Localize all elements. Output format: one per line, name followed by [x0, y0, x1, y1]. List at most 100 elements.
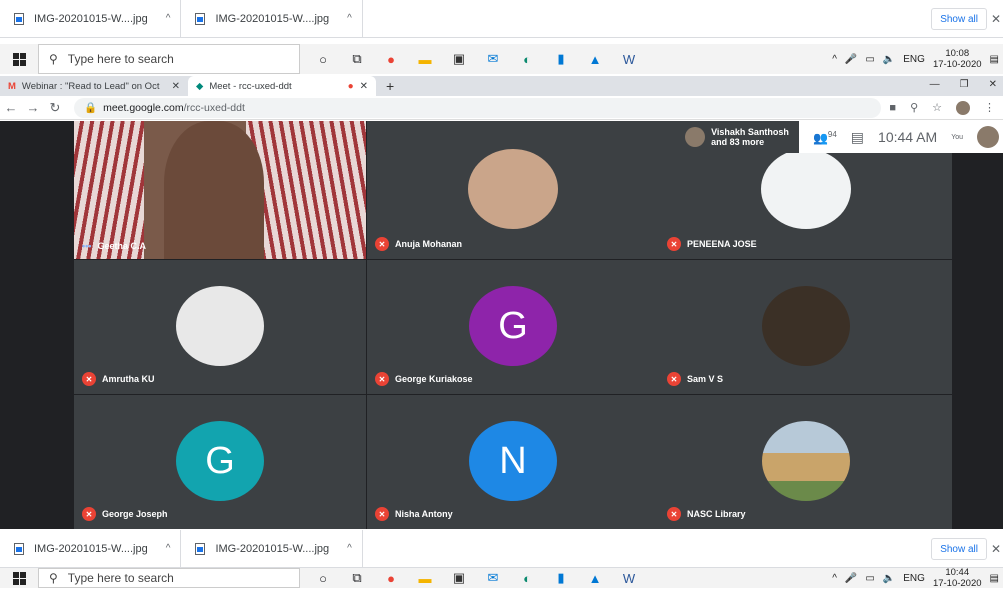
taskbar-search[interactable]: ⚲ Type here to search: [38, 568, 300, 588]
lens-icon[interactable]: ▮: [544, 44, 578, 74]
file-explorer-icon[interactable]: ▬: [408, 44, 442, 74]
word-icon[interactable]: W: [612, 44, 646, 74]
back-icon[interactable]: ←: [0, 100, 22, 115]
participant-tile[interactable]: ••• Geetha C.A: [74, 121, 366, 259]
task-view-icon[interactable]: ⧉: [340, 44, 374, 74]
store-icon[interactable]: ▣: [442, 44, 476, 74]
participant-tile[interactable]: N ✕ Nisha Antony: [367, 395, 659, 529]
forward-icon[interactable]: →: [22, 100, 44, 115]
photos-icon[interactable]: ▲: [578, 568, 612, 588]
participants-button[interactable]: 👥94: [813, 130, 837, 145]
participant-tile[interactable]: ✕ Sam V S: [659, 260, 952, 394]
chevron-up-icon[interactable]: ^: [166, 13, 171, 24]
chat-icon[interactable]: ▤: [851, 129, 864, 146]
download-bar-top: IMG-20201015-W....jpg ^ IMG-20201015-W..…: [0, 0, 1003, 38]
mail-icon[interactable]: ✉: [476, 568, 510, 588]
show-all-button[interactable]: Show all: [931, 8, 987, 30]
download-item[interactable]: IMG-20201015-W....jpg ^: [0, 530, 182, 567]
zoom-icon[interactable]: ⚲: [910, 101, 918, 114]
taskbar-top: ⚲ Type here to search ○ ⧉ ● ▬ ▣ ✉ ◐ ▮ ▲ …: [0, 44, 1003, 74]
mic-off-icon: ✕: [667, 372, 681, 386]
participant-tile[interactable]: G ✕ George Kuriakose: [367, 260, 659, 394]
participant-name: Sam V S: [687, 374, 724, 384]
participant-name: PENEENA JOSE: [687, 239, 757, 249]
lock-icon: 🔒: [84, 102, 98, 114]
chevron-up-icon[interactable]: ^: [166, 543, 171, 554]
network-icon[interactable]: ▭: [865, 573, 874, 584]
participant-name: George Kuriakose: [395, 374, 473, 384]
download-item[interactable]: IMG-20201015-W....jpg ^: [0, 0, 182, 37]
clock-date: 17-10-2020: [932, 578, 982, 589]
microphone-icon[interactable]: 🎤: [845, 54, 857, 65]
menu-icon[interactable]: ⋮: [984, 101, 995, 114]
mail-icon[interactable]: ✉: [476, 44, 510, 74]
participant-tile[interactable]: ✕ Amrutha KU: [74, 260, 366, 394]
participant-tile[interactable]: ✕ Anuja Mohanan: [367, 121, 659, 259]
edge-icon[interactable]: ◐: [510, 568, 544, 588]
address-bar: ← → ↻ 🔒 meet.google.com/rcc-uxed-ddt ■ ⚲…: [0, 96, 1003, 120]
volume-icon[interactable]: 🔈: [883, 54, 895, 65]
windows-start-icon[interactable]: [0, 568, 38, 588]
taskbar-bottom: ⚲ Type here to search ○ ⧉ ● ▬ ▣ ✉ ◐ ▮ ▲ …: [0, 567, 1003, 589]
chrome-icon[interactable]: ●: [374, 568, 408, 588]
windows-start-icon[interactable]: [0, 44, 38, 74]
self-avatar[interactable]: [977, 126, 999, 148]
photos-icon[interactable]: ▲: [578, 44, 612, 74]
minimize-icon[interactable]: —: [930, 79, 940, 90]
profile-avatar[interactable]: [956, 100, 970, 115]
network-icon[interactable]: ▭: [865, 54, 874, 65]
participant-tile[interactable]: ✕ NASC Library: [659, 395, 952, 529]
presenter-chip[interactable]: Vishakh Santhosh and 83 more: [675, 121, 799, 153]
notification-icon[interactable]: ▤: [990, 573, 999, 584]
language-indicator[interactable]: ENG: [903, 54, 925, 65]
task-view-icon[interactable]: ⧉: [340, 568, 374, 588]
reload-icon[interactable]: ↻: [44, 100, 66, 116]
chevron-up-icon[interactable]: ^: [832, 54, 837, 65]
lens-icon[interactable]: ▮: [544, 568, 578, 588]
download-item[interactable]: IMG-20201015-W....jpg ^: [181, 0, 363, 37]
camera-icon[interactable]: ■: [889, 102, 896, 114]
taskbar-search[interactable]: ⚲ Type here to search: [38, 44, 300, 74]
chevron-up-icon[interactable]: ^: [347, 13, 352, 24]
chrome-icon[interactable]: ●: [374, 44, 408, 74]
new-tab-icon[interactable]: +: [386, 78, 394, 94]
self-label: You: [951, 133, 963, 141]
cortana-icon[interactable]: ○: [306, 44, 340, 74]
microphone-icon[interactable]: 🎤: [845, 573, 857, 584]
language-indicator[interactable]: ENG: [903, 573, 925, 584]
participant-tile[interactable]: G ✕ George Joseph: [74, 395, 366, 529]
store-icon[interactable]: ▣: [442, 568, 476, 588]
chevron-up-icon[interactable]: ^: [832, 573, 837, 584]
participant-avatar: G: [176, 421, 264, 501]
file-explorer-icon[interactable]: ▬: [408, 568, 442, 588]
close-icon[interactable]: ✕: [360, 81, 368, 92]
tab-meet[interactable]: ◆ Meet - rcc-uxed-ddt ● ✕: [188, 76, 376, 96]
download-filename: IMG-20201015-W....jpg: [34, 542, 148, 555]
system-tray: ^ 🎤 ▭ 🔈 ENG 10:08 17-10-2020 ▤: [832, 44, 1003, 74]
mic-off-icon: ✕: [375, 372, 389, 386]
restore-icon[interactable]: ❐: [960, 79, 969, 90]
close-icon[interactable]: ✕: [991, 12, 1001, 26]
notification-icon[interactable]: ▤: [990, 54, 999, 65]
clock[interactable]: 10:44 17-10-2020: [933, 567, 982, 589]
download-bar-bottom: IMG-20201015-W....jpg ^ IMG-20201015-W..…: [0, 530, 1003, 568]
mic-off-icon: ✕: [375, 507, 389, 521]
search-icon: ⚲: [49, 52, 58, 66]
url-field[interactable]: 🔒 meet.google.com/rcc-uxed-ddt: [74, 97, 882, 118]
close-icon[interactable]: ✕: [172, 81, 180, 92]
word-icon[interactable]: W: [612, 568, 646, 588]
close-icon[interactable]: ✕: [989, 79, 997, 90]
clock[interactable]: 10:08 17-10-2020: [933, 48, 982, 70]
show-all-button[interactable]: Show all: [931, 538, 987, 560]
search-placeholder: Type here to search: [67, 571, 174, 585]
edge-icon[interactable]: ◐: [510, 44, 544, 74]
close-icon[interactable]: ✕: [991, 542, 1001, 556]
chevron-up-icon[interactable]: ^: [347, 543, 352, 554]
tab-webinar[interactable]: M Webinar : "Read to Lead" on Oct ✕: [0, 76, 188, 96]
system-tray: ^ 🎤 ▭ 🔈 ENG 10:44 17-10-2020 ▤: [832, 567, 1003, 589]
volume-icon[interactable]: 🔈: [883, 573, 895, 584]
cortana-icon[interactable]: ○: [306, 568, 340, 588]
meet-top-bar: Vishakh Santhosh and 83 more 👥94 ▤ 10:44 …: [675, 121, 1003, 153]
bookmark-star-icon[interactable]: ☆: [932, 101, 942, 114]
download-item[interactable]: IMG-20201015-W....jpg ^: [181, 530, 363, 567]
